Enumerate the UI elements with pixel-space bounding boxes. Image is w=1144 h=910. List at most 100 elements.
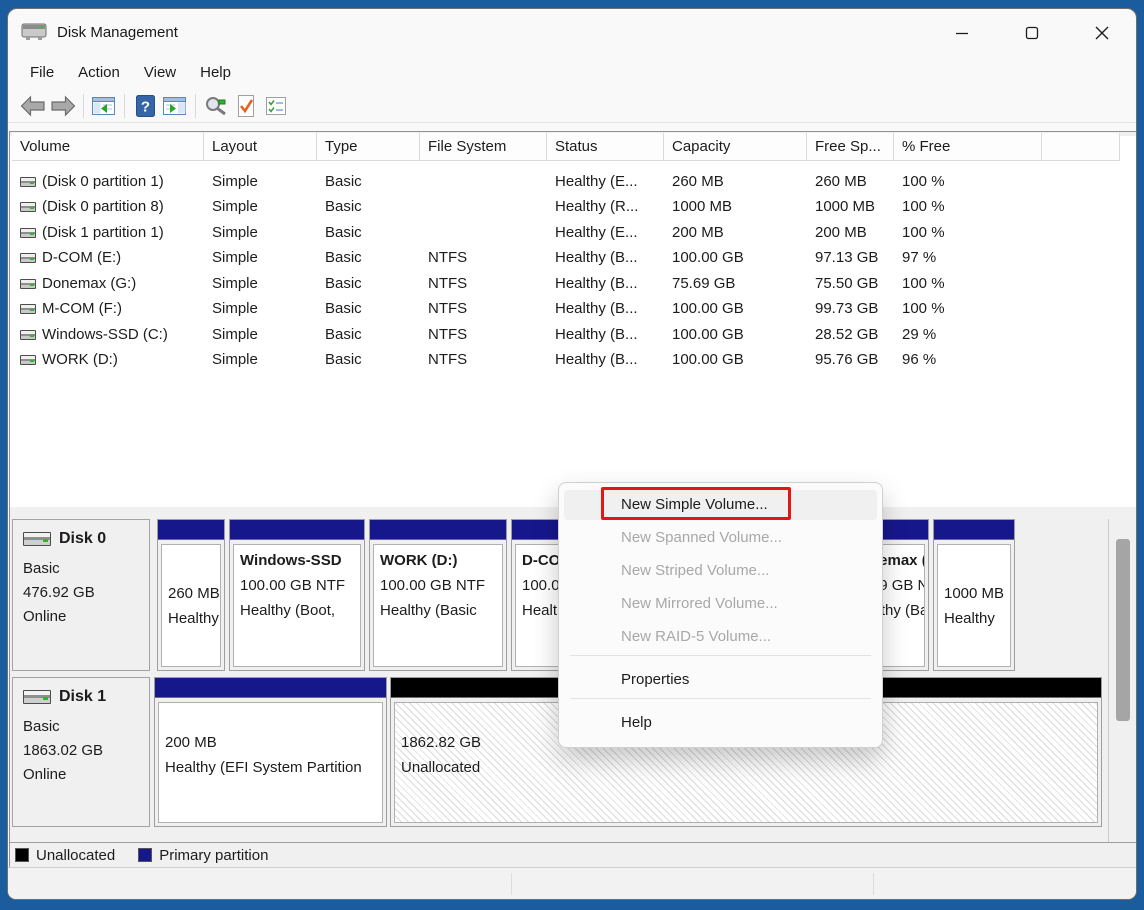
task-check-icon[interactable] xyxy=(231,92,261,120)
cell-free-space: 75.50 GB xyxy=(807,271,894,296)
col-header-volume[interactable]: Volume xyxy=(12,133,204,161)
cell-status: Healthy (E... xyxy=(547,169,664,194)
cell-volume: WORK (D:) xyxy=(42,347,118,372)
cell-volume: (Disk 1 partition 1) xyxy=(42,220,164,245)
device-scan-icon[interactable] xyxy=(201,92,231,120)
toolbar-separator xyxy=(124,94,125,118)
disk-drive-app-icon xyxy=(21,19,47,47)
table-row[interactable]: (Disk 0 partition 8) Simple Basic Health… xyxy=(10,194,1136,219)
partition-disk0-recovery-260mb[interactable]: 260 MB Healthy ( xyxy=(157,519,225,671)
cell-volume: M-COM (F:) xyxy=(42,296,122,321)
partition-disk0-recovery-1000mb[interactable]: 1000 MB Healthy xyxy=(933,519,1015,671)
cell-capacity: 1000 MB xyxy=(664,194,807,219)
status-bar-divider xyxy=(511,873,512,895)
checklist-icon[interactable] xyxy=(261,92,291,120)
menu-view[interactable]: View xyxy=(132,60,188,86)
table-row[interactable]: WORK (D:) Simple Basic NTFS Healthy (B..… xyxy=(10,347,1136,372)
table-row[interactable]: Donemax (G:) Simple Basic NTFS Healthy (… xyxy=(10,271,1136,296)
cell-status: Healthy (B... xyxy=(547,245,664,270)
cell-type: Basic xyxy=(317,169,420,194)
cell-pct-free: 100 % xyxy=(894,169,1042,194)
minimize-button[interactable] xyxy=(939,9,985,56)
col-header-pct-free[interactable]: % Free xyxy=(894,133,1042,161)
menu-action[interactable]: Action xyxy=(66,60,132,86)
help-icon[interactable]: ? xyxy=(130,92,160,120)
col-header-free-space[interactable]: Free Sp... xyxy=(807,133,894,161)
legend-bar: Unallocated Primary partition xyxy=(10,842,1136,867)
cell-capacity: 100.00 GB xyxy=(664,296,807,321)
disk-kind: Basic xyxy=(23,557,149,581)
col-header-status[interactable]: Status xyxy=(547,133,664,161)
cell-status: Healthy (E... xyxy=(547,220,664,245)
cell-file-system: NTFS xyxy=(420,347,547,372)
legend-label-unallocated: Unallocated xyxy=(36,847,115,864)
cell-free-space: 28.52 GB xyxy=(807,322,894,347)
svg-text:?: ? xyxy=(140,98,149,115)
cell-status: Healthy (B... xyxy=(547,296,664,321)
context-menu: New Simple Volume... New Spanned Volume.… xyxy=(558,482,883,748)
menu-separator xyxy=(570,698,871,699)
table-row[interactable]: Windows-SSD (C:) Simple Basic NTFS Healt… xyxy=(10,322,1136,347)
legend-swatch-primary-partition xyxy=(138,848,152,862)
col-header-type[interactable]: Type xyxy=(317,133,420,161)
cell-type: Basic xyxy=(317,245,420,270)
partition-color-band xyxy=(155,678,386,698)
cell-pct-free: 100 % xyxy=(894,194,1042,219)
console-tree-icon[interactable] xyxy=(89,92,119,120)
action-pane-icon[interactable] xyxy=(160,92,190,120)
volume-icon xyxy=(20,330,36,340)
table-row[interactable]: (Disk 1 partition 1) Simple Basic Health… xyxy=(10,220,1136,245)
menu-item-new-striped-volume: New Striped Volume... xyxy=(564,556,877,586)
menu-item-help[interactable]: Help xyxy=(564,708,877,738)
col-header-file-system[interactable]: File System xyxy=(420,133,547,161)
cell-pct-free: 29 % xyxy=(894,322,1042,347)
cell-capacity: 260 MB xyxy=(664,169,807,194)
partition-disk1-efi-200mb[interactable]: 200 MB Healthy (EFI System Partition xyxy=(154,677,387,827)
forward-icon[interactable] xyxy=(48,92,78,120)
partition-size: 100.00 GB NTF xyxy=(240,573,354,598)
disk0-header[interactable]: Disk 0 Basic 476.92 GB Online xyxy=(12,519,150,671)
cell-layout: Simple xyxy=(204,220,317,245)
col-header-capacity[interactable]: Capacity xyxy=(664,133,807,161)
volume-icon xyxy=(20,177,36,187)
maximize-button[interactable] xyxy=(1009,9,1055,56)
cell-volume: (Disk 0 partition 1) xyxy=(42,169,164,194)
cell-layout: Simple xyxy=(204,271,317,296)
cell-type: Basic xyxy=(317,271,420,296)
partition-status: Healthy (Basic xyxy=(380,598,496,623)
partition-work-d[interactable]: WORK (D:) 100.00 GB NTF Healthy (Basic xyxy=(369,519,507,671)
back-icon[interactable] xyxy=(18,92,48,120)
table-row[interactable]: D-COM (E:) Simple Basic NTFS Healthy (B.… xyxy=(10,245,1136,270)
cell-free-space: 200 MB xyxy=(807,220,894,245)
menu-item-properties[interactable]: Properties xyxy=(564,665,877,695)
volume-icon xyxy=(20,304,36,314)
partition-size: 260 MB xyxy=(168,581,214,606)
table-row[interactable]: (Disk 0 partition 1) Simple Basic Health… xyxy=(10,169,1136,194)
cell-file-system xyxy=(420,169,547,194)
cell-volume: (Disk 0 partition 8) xyxy=(42,194,164,219)
cell-file-system: NTFS xyxy=(420,271,547,296)
scrollbar-thumb[interactable] xyxy=(1116,539,1130,721)
close-button[interactable] xyxy=(1079,9,1125,56)
status-bar-divider xyxy=(873,873,874,895)
vertical-scrollbar[interactable] xyxy=(1108,519,1133,847)
cell-free-space: 1000 MB xyxy=(807,194,894,219)
volume-icon xyxy=(20,279,36,289)
toolbar-separator xyxy=(195,94,196,118)
legend-swatch-unallocated xyxy=(15,848,29,862)
partition-label: Windows-SSD xyxy=(240,548,354,573)
menu-help[interactable]: Help xyxy=(188,60,243,86)
table-row[interactable]: M-COM (F:) Simple Basic NTFS Healthy (B.… xyxy=(10,296,1136,321)
disk-icon xyxy=(23,690,51,704)
menu-item-new-raid5-volume: New RAID-5 Volume... xyxy=(564,622,877,652)
menu-file[interactable]: File xyxy=(18,60,66,86)
window-title: Disk Management xyxy=(57,24,178,41)
disk-management-window: Disk Management File Action View Help xyxy=(7,8,1137,900)
menu-bar: File Action View Help xyxy=(18,56,243,89)
partition-size: 100.00 GB NTF xyxy=(380,573,496,598)
disk1-header[interactable]: Disk 1 Basic 1863.02 GB Online xyxy=(12,677,150,827)
toolbar-separator xyxy=(83,94,84,118)
col-header-layout[interactable]: Layout xyxy=(204,133,317,161)
col-header-blank[interactable] xyxy=(1042,133,1120,161)
partition-windows-ssd-c[interactable]: Windows-SSD 100.00 GB NTF Healthy (Boot, xyxy=(229,519,365,671)
